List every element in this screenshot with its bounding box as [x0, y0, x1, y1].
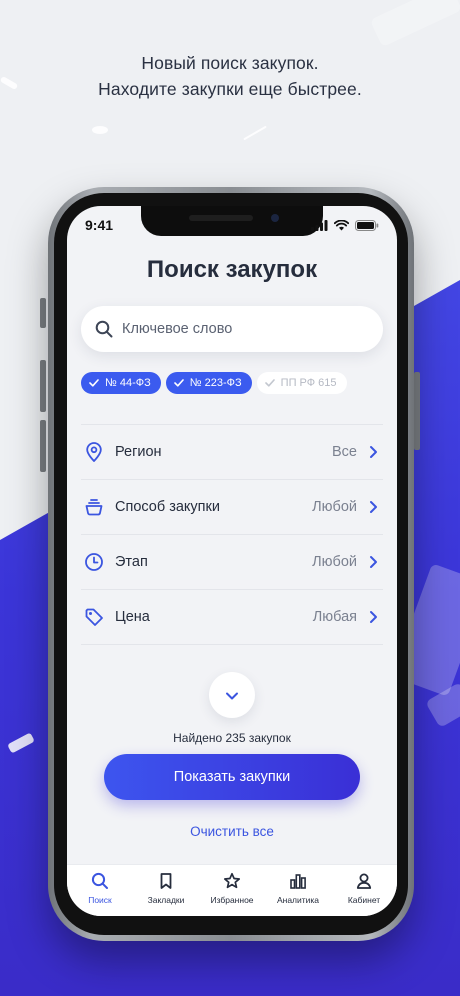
check-icon [89, 379, 99, 387]
keyword-input[interactable] [122, 321, 342, 337]
chip-label: № 44-ФЗ [105, 377, 151, 389]
filter-value: Все [332, 444, 357, 460]
tab-label: Аналитика [276, 895, 320, 905]
clear-all-link[interactable]: Очистить все [67, 824, 397, 839]
tab-label: Закладки [147, 895, 185, 905]
price-tag-icon [83, 606, 105, 628]
wifi-icon [334, 219, 349, 230]
camera [271, 214, 279, 222]
speaker [189, 215, 253, 221]
user-icon [355, 872, 373, 890]
expand-filters-button[interactable] [209, 672, 255, 718]
chip-223-fz[interactable]: № 223-ФЗ [165, 372, 252, 394]
tab-bookmarks[interactable]: Закладки [133, 865, 199, 912]
tab-label: Избранное [210, 895, 254, 905]
check-icon [173, 379, 184, 387]
chip-label: ПП РФ 615 [280, 377, 337, 389]
clock-icon [83, 551, 105, 573]
chip-pp-rf-615[interactable]: ПП РФ 615 [256, 372, 347, 394]
tab-favorites[interactable]: Избранное [199, 865, 265, 912]
page-title: Поиск закупок [146, 256, 318, 283]
search-bar[interactable] [81, 306, 383, 352]
filter-label: Цена [115, 609, 150, 625]
app-screen: 9:41 Поиск закупок № 44-ФЗ [67, 206, 397, 916]
tab-account[interactable]: Кабинет [331, 865, 397, 912]
location-pin-icon [83, 441, 105, 463]
chevron-down-icon [225, 686, 239, 705]
purchase-method-icon [83, 496, 105, 518]
filter-label: Регион [115, 444, 162, 460]
phone-volume-up [40, 360, 46, 412]
chevron-right-icon [367, 500, 379, 514]
tab-search[interactable]: Поиск [67, 865, 133, 912]
battery-icon [355, 219, 379, 231]
filter-row-stage[interactable]: Этап Любой [81, 535, 383, 590]
chip-label: № 223-ФЗ [189, 377, 242, 389]
filter-list: Регион Все Способ закупки Любой Этап Люб… [81, 424, 383, 645]
show-purchases-button[interactable]: Показать закупки [104, 754, 360, 800]
chevron-right-icon [367, 555, 379, 569]
background-decoration [92, 126, 108, 134]
phone-volume-down [40, 420, 46, 472]
search-icon [95, 320, 113, 338]
results-count: Найдено 235 закупок [173, 731, 291, 745]
promo-line-2: Находите закупки еще быстрее. [98, 79, 362, 99]
star-icon [223, 872, 241, 890]
phone-mute-switch [40, 298, 46, 328]
tab-analytics[interactable]: Аналитика [265, 865, 331, 912]
filter-label: Способ закупки [115, 499, 220, 515]
filter-label: Этап [115, 554, 148, 570]
chevron-right-icon [367, 445, 379, 459]
background-decoration [243, 125, 267, 141]
search-icon [91, 872, 109, 890]
promo-text: Новый поиск закупок. Находите закупки ещ… [0, 50, 460, 102]
background-decoration [369, 0, 460, 48]
tab-label: Поиск [88, 895, 112, 905]
filter-value: Любая [312, 609, 357, 625]
check-icon [264, 379, 275, 387]
promo-line-1: Новый поиск закупок. [141, 53, 319, 73]
filter-value: Любой [312, 554, 357, 570]
phone-notch [141, 206, 323, 236]
bar-chart-icon [289, 872, 307, 890]
bookmark-icon [157, 872, 175, 890]
filter-row-price[interactable]: Цена Любая [81, 590, 383, 645]
tab-label: Кабинет [347, 895, 381, 905]
phone-power-button [414, 372, 420, 450]
chevron-right-icon [367, 610, 379, 624]
chip-44-fz[interactable]: № 44-ФЗ [81, 372, 161, 394]
law-filter-chips: № 44-ФЗ № 223-ФЗ ПП РФ 615 [81, 372, 347, 394]
filter-row-region[interactable]: Регион Все [81, 425, 383, 480]
filter-value: Любой [312, 499, 357, 515]
filter-row-method[interactable]: Способ закупки Любой [81, 480, 383, 535]
status-icons [311, 219, 379, 231]
tab-bar: Поиск Закладки Избранное Аналитика Кабин… [67, 864, 397, 916]
status-time: 9:41 [85, 217, 114, 233]
signal-icon [311, 219, 328, 231]
